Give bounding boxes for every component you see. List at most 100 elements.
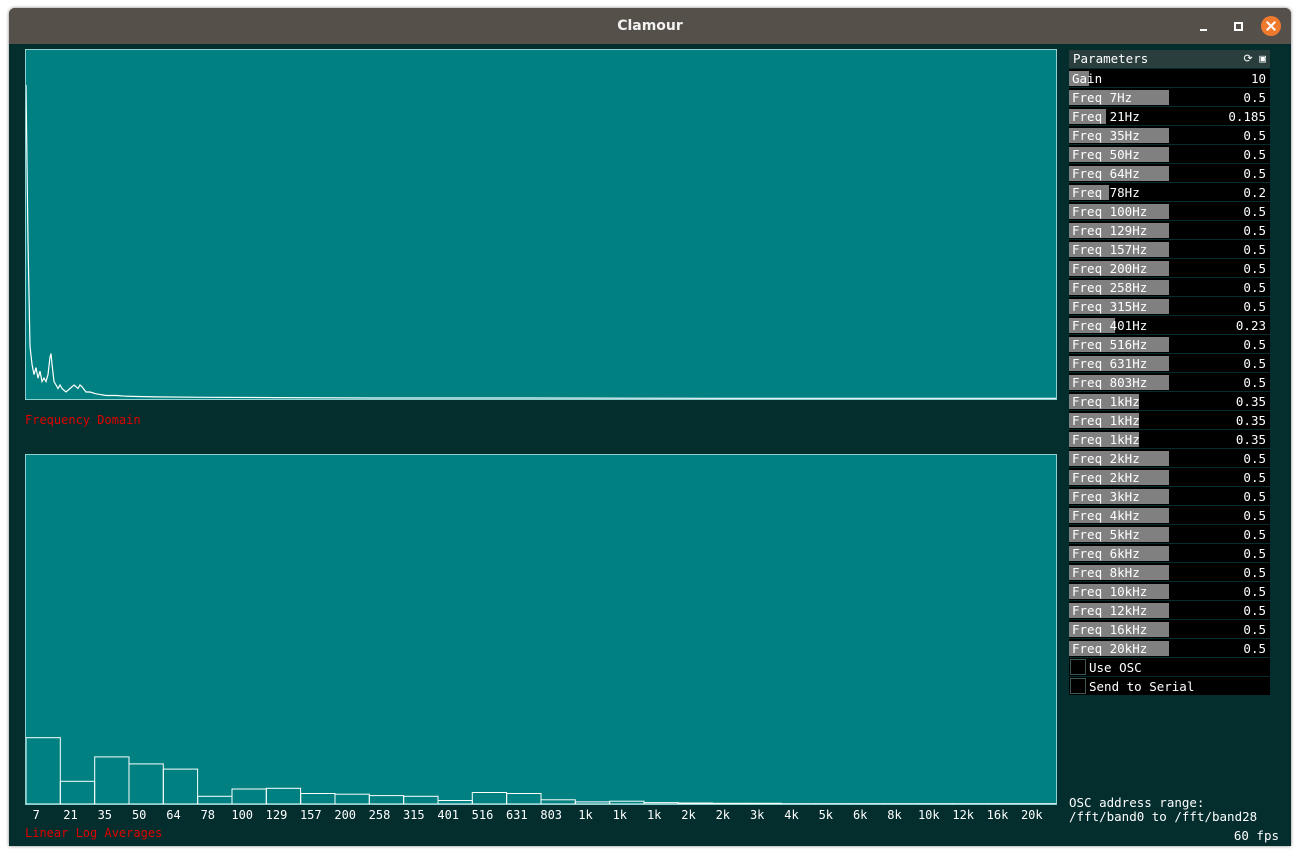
slider-label: Freq 631Hz: [1072, 356, 1148, 371]
spectrum-line: [26, 84, 1056, 399]
slider-value: 0.2: [1243, 185, 1266, 200]
band-label: 4k: [784, 808, 799, 822]
linear-log-averages-caption: Linear Log Averages: [25, 826, 163, 840]
parameter-slider[interactable]: Freq 258Hz 0.5: [1069, 278, 1270, 296]
parameter-slider[interactable]: Freq 803Hz 0.5: [1069, 373, 1270, 391]
band-label: 7: [32, 808, 40, 822]
slider-value: 0.5: [1243, 166, 1266, 181]
parameter-slider[interactable]: Freq 50Hz 0.5: [1069, 145, 1270, 163]
slider-value: 0.5: [1243, 147, 1266, 162]
slider-label: Freq 35Hz: [1072, 128, 1140, 143]
slider-value: 0.5: [1243, 337, 1266, 352]
parameter-slider[interactable]: Freq 157Hz 0.5: [1069, 240, 1270, 258]
parameter-slider[interactable]: Freq 4kHz 0.5: [1069, 506, 1270, 524]
band-bar: [403, 795, 439, 804]
band-label: 35: [97, 808, 113, 822]
title-bar[interactable]: Clamour: [9, 8, 1291, 44]
band-label: 129: [265, 808, 288, 822]
parameter-slider[interactable]: Freq 315Hz 0.5: [1069, 297, 1270, 315]
slider-value: 0.5: [1243, 584, 1266, 599]
slider-value: 0.5: [1243, 356, 1266, 371]
parameter-slider[interactable]: Freq 64Hz 0.5: [1069, 164, 1270, 182]
band-bar: [300, 793, 336, 804]
band-label: 1k: [646, 808, 662, 822]
slider-label: Freq 1kHz: [1072, 432, 1140, 447]
slider-value: 10: [1250, 71, 1266, 86]
band-labels: 7 21 35 50 64 78 100 129 157 200 258 315 401 516 631 80…: [25, 808, 1057, 824]
parameter-slider[interactable]: Freq 35Hz 0.5: [1069, 126, 1270, 144]
band-bar: [506, 793, 542, 804]
slider-value: 0.35: [1235, 394, 1266, 409]
band-label: 21: [63, 808, 78, 822]
checkbox[interactable]: [1070, 659, 1086, 675]
slider-label: Freq 1kHz: [1072, 413, 1140, 428]
band-bar: [162, 768, 199, 804]
parameter-slider[interactable]: Freq 3kHz 0.5: [1069, 487, 1270, 505]
frequency-domain-plot: [25, 49, 1057, 400]
parameter-slider[interactable]: Freq 200Hz 0.5: [1069, 259, 1270, 277]
band-bar: [265, 787, 302, 804]
slider-label: Freq 6kHz: [1072, 546, 1140, 561]
parameter-slider[interactable]: Freq 2kHz 0.5: [1069, 449, 1270, 467]
slider-value: 0.5: [1243, 622, 1266, 637]
band-label: 631: [505, 808, 528, 822]
parameter-slider[interactable]: Freq 1kHz 0.35: [1069, 411, 1270, 429]
parameter-slider[interactable]: Freq 5kHz 0.5: [1069, 525, 1270, 543]
slider-label: Freq 78Hz: [1072, 185, 1140, 200]
slider-label: Freq 16kHz: [1072, 622, 1148, 637]
slider-value: 0.5: [1243, 90, 1266, 105]
parameter-slider[interactable]: Freq 16kHz 0.5: [1069, 620, 1270, 638]
parameter-slider[interactable]: Freq 631Hz 0.5: [1069, 354, 1270, 372]
slider-label: Freq 20kHz: [1072, 641, 1148, 656]
band-label: 78: [200, 808, 216, 822]
parameter-slider[interactable]: Freq 78Hz 0.2: [1069, 183, 1270, 201]
parameter-slider[interactable]: Gain 10: [1069, 69, 1270, 87]
band-label: 50: [131, 808, 147, 822]
parameter-slider[interactable]: Freq 12kHz 0.5: [1069, 601, 1270, 619]
maximize-button[interactable]: [1228, 16, 1248, 36]
toggle-row[interactable]: Send to Serial: [1069, 677, 1270, 695]
slider-value: 0.5: [1243, 565, 1266, 580]
slider-label: Freq 5kHz: [1072, 527, 1140, 542]
parameter-slider[interactable]: Freq 100Hz 0.5: [1069, 202, 1270, 220]
toggle-row[interactable]: Use OSC: [1069, 658, 1270, 676]
parameter-slider[interactable]: Freq 10kHz 0.5: [1069, 582, 1270, 600]
close-button[interactable]: [1261, 16, 1281, 36]
save-icon[interactable]: ▣: [1259, 52, 1266, 65]
parameter-slider[interactable]: Freq 8kHz 0.5: [1069, 563, 1270, 581]
parameter-slider[interactable]: Freq 401Hz 0.23: [1069, 316, 1270, 334]
parameter-slider[interactable]: Freq 516Hz 0.5: [1069, 335, 1270, 353]
slider-value: 0.23: [1235, 318, 1266, 333]
parameter-rows: Gain 10 Freq 7Hz 0.5 Freq 21Hz 0.185 Freq 35Hz…: [1069, 69, 1270, 657]
slider-value: 0.5: [1243, 242, 1266, 257]
checkbox[interactable]: [1070, 678, 1086, 694]
parameter-slider[interactable]: Freq 1kHz 0.35: [1069, 430, 1270, 448]
band-bar: [334, 793, 370, 804]
parameter-slider[interactable]: Freq 7Hz 0.5: [1069, 88, 1270, 106]
band-label: 258: [368, 808, 391, 822]
band-bar: [368, 795, 405, 804]
slider-label: Gain: [1072, 71, 1103, 86]
parameter-slider[interactable]: Freq 6kHz 0.5: [1069, 544, 1270, 562]
slider-label: Freq 10kHz: [1072, 584, 1148, 599]
band-bar: [609, 800, 645, 804]
band-label: 8k: [887, 808, 902, 822]
parameter-slider[interactable]: Freq 1kHz 0.35: [1069, 392, 1270, 410]
minimize-button[interactable]: [1194, 16, 1214, 36]
parameter-slider[interactable]: Freq 21Hz 0.185: [1069, 107, 1270, 125]
slider-value: 0.5: [1243, 451, 1266, 466]
parameter-slider[interactable]: Freq 2kHz 0.5: [1069, 468, 1270, 486]
refresh-icon[interactable]: ⟳: [1244, 52, 1253, 65]
parameter-slider[interactable]: Freq 20kHz 0.5: [1069, 639, 1270, 657]
slider-label: Freq 1kHz: [1072, 394, 1140, 409]
band-label: 803: [540, 808, 563, 822]
parameter-slider[interactable]: Freq 129Hz 0.5: [1069, 221, 1270, 239]
toggle-rows: Use OSC Send to Serial: [1069, 658, 1270, 695]
parameters-header[interactable]: Parameters ⟳ ▣: [1069, 50, 1270, 68]
slider-value: 0.35: [1235, 432, 1266, 447]
slider-label: Freq 2kHz: [1072, 451, 1140, 466]
slider-value: 0.5: [1243, 280, 1266, 295]
band-label: 1k: [612, 808, 628, 822]
slider-value: 0.5: [1243, 261, 1266, 276]
band-label: 16k: [986, 808, 1009, 822]
